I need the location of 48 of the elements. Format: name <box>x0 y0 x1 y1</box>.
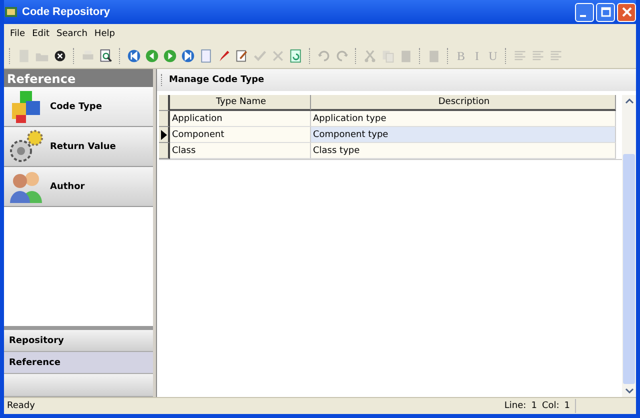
close-icon[interactable] <box>53 49 67 63</box>
splitter-handle[interactable] <box>4 326 153 330</box>
column-header[interactable]: Type Name <box>170 95 311 111</box>
window-title: Code Repository <box>22 6 112 18</box>
table-cell: Component type <box>311 127 616 143</box>
gears-icon <box>8 128 44 164</box>
maximize-icon <box>600 7 610 17</box>
sidebar-item[interactable]: Return Value <box>4 127 153 167</box>
page-icon[interactable] <box>199 49 213 63</box>
table-cell: Class <box>170 143 311 159</box>
pen-icon[interactable] <box>217 49 231 63</box>
header-corner <box>159 95 170 111</box>
sidebar-header: Reference <box>4 69 153 87</box>
sidebar-item[interactable]: Author <box>4 167 153 207</box>
table-cell: Class type <box>311 143 616 159</box>
refresh-icon[interactable] <box>289 49 303 63</box>
minimize-button[interactable] <box>575 2 594 22</box>
section-button[interactable]: Reference <box>4 352 153 374</box>
edit-icon[interactable] <box>235 49 249 63</box>
line-label: Line: <box>504 401 526 411</box>
last-icon[interactable] <box>181 49 195 63</box>
minimize-icon <box>580 14 586 16</box>
table-cell: Application type <box>311 111 616 127</box>
col-number: 1 <box>564 401 570 411</box>
menu-item[interactable]: Edit <box>32 29 50 39</box>
scrollbar[interactable] <box>622 95 636 397</box>
panel-title: Manage Code Type <box>169 75 264 85</box>
close-icon <box>622 7 632 17</box>
menu-item[interactable]: Search <box>56 29 88 39</box>
app-icon <box>4 5 18 19</box>
line-number: 1 <box>531 401 537 411</box>
close-button[interactable] <box>617 2 636 22</box>
table-cell: Component <box>170 127 311 143</box>
menu-item[interactable]: Help <box>94 29 115 39</box>
menu-item[interactable]: File <box>10 29 26 39</box>
prev-icon[interactable] <box>145 49 159 63</box>
preview-icon[interactable] <box>99 49 113 63</box>
first-icon[interactable] <box>127 49 141 63</box>
next-icon[interactable] <box>163 49 177 63</box>
status-message: Ready <box>7 401 36 411</box>
col-label: Col: <box>542 401 560 411</box>
column-header[interactable]: Description <box>311 95 616 111</box>
scroll-thumb[interactable] <box>623 154 635 384</box>
section-button[interactable]: Repository <box>4 330 153 352</box>
sidebar-item[interactable]: Code Type <box>4 87 153 127</box>
current-row-icon <box>160 130 166 140</box>
maximize-button[interactable] <box>596 2 615 22</box>
table-cell: Application <box>170 111 311 127</box>
